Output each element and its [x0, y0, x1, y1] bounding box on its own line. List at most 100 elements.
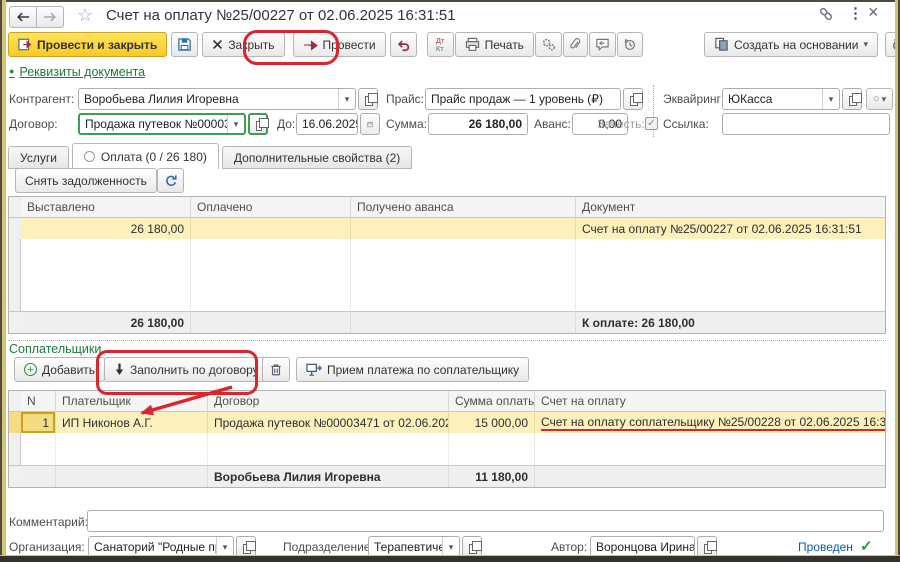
table-cell-payment-sum[interactable]: 15 000,00	[449, 412, 535, 433]
price-open-button[interactable]	[623, 88, 643, 110]
arrow-down-icon	[114, 363, 125, 376]
refresh-button[interactable]	[157, 168, 184, 193]
sum-value[interactable]: 26 180,00	[469, 117, 522, 131]
copayers-section-title[interactable]: Соплательщики	[9, 342, 101, 356]
chevron-down-icon[interactable]: ▾	[822, 89, 839, 109]
column-header[interactable]: Договор	[208, 391, 449, 412]
offset-label: Зачесть:	[597, 117, 645, 131]
get-link-button[interactable]	[818, 6, 834, 26]
table-cell-row-number[interactable]: 1	[21, 412, 56, 433]
column-header[interactable]: Счет на оплату	[535, 391, 885, 412]
kebab-menu-icon[interactable]: ⋮	[848, 4, 863, 22]
contract-open-button[interactable]	[248, 113, 268, 135]
receive-copayer-payment-button[interactable]: Прием платежа по соплательщику	[296, 357, 529, 382]
related-documents-button[interactable]	[535, 32, 562, 57]
due-date-calendar-button[interactable]	[360, 113, 380, 135]
department-value[interactable]: Терапевтическое	[369, 540, 442, 554]
chevron-down-icon[interactable]: ▾	[442, 537, 459, 557]
price-field[interactable]: Прайс продаж — 1 уровень (₽)	[425, 88, 621, 110]
author-value[interactable]: Воронцова Ирина	[591, 540, 694, 554]
fill-by-contract-button[interactable]: Заполнить по договору	[104, 357, 269, 382]
table-empty-area	[208, 433, 449, 465]
contractor-value[interactable]: Воробьева Лилия Игоревна	[79, 92, 338, 106]
post-button[interactable]: Провести	[293, 32, 386, 57]
forward-button[interactable]	[36, 6, 64, 28]
close-button[interactable]: Закрыть	[202, 32, 284, 57]
save-button[interactable]	[171, 32, 198, 57]
back-button[interactable]	[9, 6, 37, 28]
plus-circle-icon: +	[24, 363, 37, 376]
table-cell[interactable]	[351, 218, 576, 239]
reference-input[interactable]	[722, 113, 890, 135]
contract-field[interactable]: Продажа путевок №00003470 о ▾	[78, 113, 246, 135]
column-header[interactable]: Плательщик	[56, 391, 208, 412]
contractor-open-button[interactable]	[358, 88, 378, 110]
green-bullet-icon: ●	[9, 66, 14, 76]
acquiring-open-button[interactable]	[842, 88, 862, 110]
table-cell[interactable]: Счет на оплату №25/00227 от 02.06.2025 1…	[576, 218, 885, 239]
table-empty-area	[191, 239, 351, 311]
add-copayer-button[interactable]: + Добавить	[14, 357, 105, 382]
posted-check-icon: ✓	[860, 537, 873, 555]
column-header[interactable]: Документ	[576, 197, 885, 218]
chevron-down-icon[interactable]: ▾	[216, 537, 233, 557]
acquiring-status-button[interactable]: ○▾	[866, 88, 893, 110]
payments-table: Выставлено Оплачено Получено аванса Доку…	[8, 196, 886, 334]
table-cell[interactable]: 26 180,00	[21, 218, 191, 239]
table-cell-copayer-invoice[interactable]: Счет на оплату соплательщику №25/00228 о…	[535, 412, 885, 433]
table-cell-payer[interactable]: ИП Никонов А.Г.	[56, 412, 208, 433]
table-footer-cell	[56, 465, 208, 487]
print-button[interactable]: Печать	[455, 32, 534, 57]
chevron-down-icon: ▾	[882, 94, 887, 105]
tab-services[interactable]: Услуги	[8, 146, 69, 169]
contractor-field[interactable]: Воробьева Лилия Игоревна ▾	[78, 88, 356, 110]
table-empty-area	[9, 239, 21, 311]
chevron-down-icon: ▾	[863, 39, 868, 50]
offset-checkbox[interactable]: ✓	[645, 117, 658, 130]
contract-value[interactable]: Продажа путевок №00003470 о	[80, 117, 227, 131]
due-date-value[interactable]: 16.06.2025	[297, 117, 357, 131]
open-icon	[469, 544, 477, 554]
table-cell-contract[interactable]: Продажа путевок №00003471 от 02.06.2025	[208, 412, 449, 433]
discussion-button[interactable]	[589, 32, 616, 57]
column-header[interactable]: Выставлено	[21, 197, 191, 218]
history-button[interactable]	[617, 32, 643, 57]
remove-debt-button[interactable]: Снять задолженность	[15, 168, 157, 193]
price-value[interactable]: Прайс продаж — 1 уровень (₽)	[426, 92, 620, 106]
attachments-button[interactable]	[563, 32, 588, 57]
favorite-star-icon[interactable]: ☆	[77, 5, 93, 26]
contractor-label: Контрагент:	[9, 92, 74, 106]
column-header[interactable]: N	[21, 391, 56, 412]
column-header[interactable]: Оплачено	[191, 197, 351, 218]
undo-button[interactable]	[390, 32, 417, 57]
acquiring-value[interactable]: ЮКасса	[723, 92, 822, 106]
tab-additional-properties[interactable]: Дополнительные свойства (2)	[222, 146, 412, 169]
document-requisites-link[interactable]: ●Реквизиты документа	[9, 65, 145, 79]
create-based-on-button[interactable]: Создать на основании ▾	[704, 32, 878, 57]
due-date-field[interactable]: 16.06.2025	[296, 113, 358, 135]
delete-copayer-button[interactable]	[262, 357, 290, 382]
post-and-close-button[interactable]: Провести и закрыть	[8, 32, 167, 57]
table-empty-area	[351, 239, 576, 311]
organization-value[interactable]: Санаторий "Родные просторы"	[89, 540, 216, 554]
receive-copayer-payment-label: Прием платежа по соплательщику	[327, 363, 519, 377]
close-window-icon[interactable]: ×	[868, 2, 879, 23]
chevron-down-icon[interactable]: ▾	[338, 89, 355, 109]
comment-input[interactable]	[87, 510, 884, 532]
copayer-invoice-text[interactable]: Счет на оплату соплательщику №25/00228 о…	[541, 415, 885, 431]
window-frame-right	[895, 0, 900, 562]
chevron-down-icon[interactable]: ▾	[227, 115, 244, 133]
table-cell[interactable]	[191, 218, 351, 239]
dt-kt-button[interactable]: ДтКт	[427, 32, 454, 57]
post-label: Провести	[323, 38, 376, 52]
column-header[interactable]: Получено аванса	[351, 197, 576, 218]
circle-status-icon: ○	[873, 93, 880, 105]
acquiring-label: Эквайринг:	[663, 92, 724, 106]
open-icon	[243, 544, 251, 554]
advance-label: Аванс:	[534, 117, 571, 131]
tab-payment[interactable]: Оплата (0 / 26 180)	[72, 143, 219, 169]
column-header[interactable]: Сумма оплаты	[449, 391, 535, 412]
acquiring-field[interactable]: ЮКасса ▾	[722, 88, 840, 110]
sum-field[interactable]: 26 180,00	[428, 113, 528, 135]
table-empty-area	[576, 239, 885, 311]
